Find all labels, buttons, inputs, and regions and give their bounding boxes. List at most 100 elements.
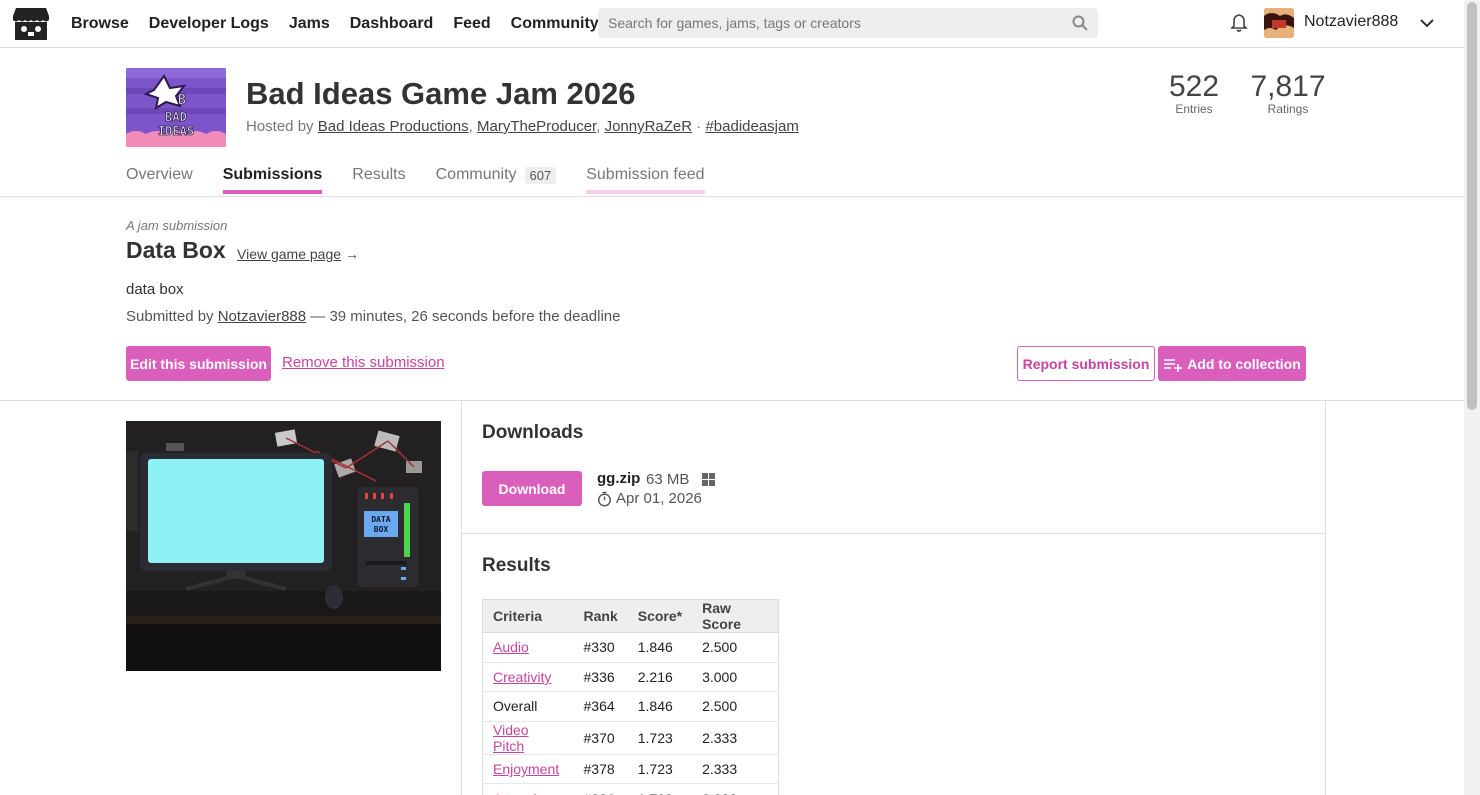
tab-results[interactable]: Results [352, 166, 405, 194]
jam-hosts: Hosted by Bad Ideas Productions, MaryThe… [246, 118, 799, 135]
tab-submissions[interactable]: Submissions [222, 166, 323, 194]
submission-title: Data Box [126, 237, 226, 263]
search-icon[interactable] [1072, 15, 1088, 31]
svg-text:BOX: BOX [374, 525, 389, 534]
submission-kicker: A jam submission [126, 218, 228, 233]
community-count-badge: 607 [524, 166, 557, 184]
top-navigation: Browse Developer Logs Jams Dashboard Fee… [0, 0, 1464, 48]
entries-label: Entries [1175, 102, 1213, 116]
entries-count: 522 [1168, 70, 1220, 103]
ratings-count: 7,817 [1250, 70, 1326, 103]
raw-score-cell: 2.333 [692, 754, 779, 785]
score-cell: 1.846 [627, 691, 693, 722]
criteria-cell: Creativity [482, 662, 574, 693]
nav-feed[interactable]: Feed [453, 15, 490, 33]
hashtag-link[interactable]: #badideasjam [705, 118, 798, 135]
tab-overview[interactable]: Overview [126, 166, 193, 194]
divider [0, 196, 1464, 197]
host-link[interactable]: Bad Ideas Productions [318, 118, 469, 135]
file-date-text: Apr 01, 2026 [616, 490, 702, 507]
page-scrollbar[interactable] [1464, 0, 1480, 795]
file-name: gg.zip [597, 470, 641, 487]
column-header: Raw Score [692, 599, 779, 633]
nav-community[interactable]: Community [511, 15, 599, 33]
entries-stat: 522 Entries [1166, 70, 1222, 116]
ratings-stat: 7,817 Ratings [1248, 70, 1328, 116]
search-box [598, 8, 1098, 38]
search-input[interactable] [598, 8, 1058, 38]
criteria-link[interactable]: Artwork [493, 791, 540, 795]
raw-score-cell: 2.500 [692, 691, 779, 722]
rank-cell: #330 [573, 632, 628, 663]
criteria-link[interactable]: Enjoyment [493, 761, 559, 777]
score-cell: 2.216 [627, 662, 693, 693]
notification-bell-icon[interactable] [1229, 13, 1249, 33]
edit-submission-button[interactable]: Edit this submission [126, 346, 271, 381]
nav-browse[interactable]: Browse [71, 15, 129, 33]
submitted-by-label: Submitted by [126, 308, 214, 325]
add-list-icon [1164, 358, 1183, 372]
divider [0, 400, 1464, 401]
raw-score-cell: 2.500 [692, 632, 779, 663]
results-row: Video Pitch #370 1.723 2.333 [482, 721, 779, 755]
divider [461, 401, 462, 795]
rank-cell: #386 [573, 783, 628, 795]
rank-cell: #378 [573, 754, 628, 785]
user-avatar[interactable] [1264, 8, 1294, 38]
nav-developer-logs[interactable]: Developer Logs [149, 15, 269, 33]
tab-submission-feed[interactable]: Submission feed [586, 166, 705, 194]
username[interactable]: Notzavier888 [1304, 13, 1398, 31]
divider [1325, 401, 1326, 795]
tab-community-label: Community [435, 166, 517, 183]
rank-cell: #364 [573, 691, 628, 722]
scrollbar-thumb[interactable] [1467, 2, 1477, 410]
svg-text:DATA: DATA [371, 515, 390, 524]
results-heading: Results [482, 555, 551, 576]
raw-score-cell: 2.333 [692, 721, 779, 755]
raw-score-cell: 3.000 [692, 662, 779, 693]
criteria-cell: Overall [482, 691, 574, 722]
submitted-info: Submitted by Notzavier888 — 39 minutes, … [126, 308, 620, 325]
remove-submission-link[interactable]: Remove this submission [282, 354, 445, 371]
score-cell: 1.723 [627, 721, 693, 755]
criteria-cell: Enjoyment [482, 754, 574, 785]
column-header: Rank [573, 599, 628, 633]
criteria-link[interactable]: Creativity [493, 669, 551, 685]
raw-score-cell: 2.333 [692, 783, 779, 795]
download-button[interactable]: Download [482, 471, 582, 506]
nav-jams[interactable]: Jams [289, 15, 330, 33]
column-header: Score* [627, 599, 693, 633]
ratings-label: Ratings [1267, 102, 1309, 116]
tab-community[interactable]: Community 607 [436, 166, 557, 194]
svg-text:IDEAS: IDEAS [158, 124, 194, 138]
arrow-right-icon: → [344, 246, 359, 262]
view-game-page-link[interactable]: View game page → [237, 246, 359, 262]
svg-text:BAD: BAD [165, 110, 187, 124]
results-header-row: Criteria Rank Score* Raw Score [482, 599, 779, 633]
criteria-link[interactable]: Video Pitch [493, 722, 529, 754]
report-submission-button[interactable]: Report submission [1017, 346, 1155, 381]
itch-logo-icon[interactable] [12, 6, 50, 42]
results-row: Creativity #336 2.216 3.000 [482, 662, 779, 693]
add-to-collection-button[interactable]: Add to collection [1158, 346, 1306, 381]
criteria-link[interactable]: Audio [493, 639, 529, 655]
results-table: Criteria Rank Score* Raw Score Audio #330… [482, 599, 779, 795]
file-size: 63 MB [646, 471, 690, 488]
rank-cell: #336 [573, 662, 628, 693]
host-link[interactable]: JonnyRaZeR [605, 118, 693, 135]
downloads-heading: Downloads [482, 422, 584, 443]
results-row: Audio #330 1.846 2.500 [482, 632, 779, 663]
game-screenshot[interactable]: DATA BOX [126, 421, 441, 671]
chevron-down-icon[interactable] [1418, 14, 1436, 32]
submitter-link[interactable]: Notzavier888 [218, 308, 306, 325]
jam-tabs: Overview Submissions Results Community 6… [126, 166, 705, 194]
svg-text:B: B [178, 93, 186, 108]
host-link[interactable]: MaryTheProducer [477, 118, 596, 135]
score-cell: 1.846 [627, 632, 693, 663]
clock-icon [597, 491, 612, 507]
criteria-cell: Audio [482, 632, 574, 663]
jam-title: Bad Ideas Game Jam 2026 [246, 76, 636, 111]
view-game-page-label: View game page [237, 246, 342, 262]
nav-dashboard[interactable]: Dashboard [350, 15, 434, 33]
jam-cover-image[interactable]: B BAD IDEAS [126, 68, 226, 147]
